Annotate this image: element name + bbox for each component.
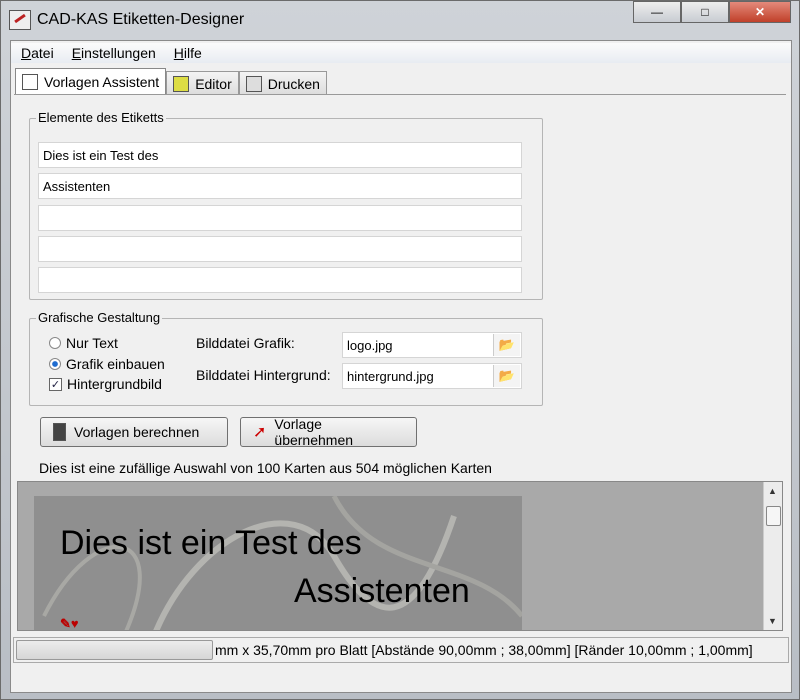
radio-nur-text[interactable]: Nur Text — [49, 335, 118, 351]
preview-line-2: Assistenten — [294, 572, 470, 610]
folder-open-icon[interactable]: 📂 — [493, 365, 520, 387]
logo-icon: ✎♥ — [60, 616, 79, 631]
tab-vorlagen-assistent[interactable]: Vorlagen Assistent — [15, 68, 167, 95]
app-window: CAD-KAS Etiketten-Designer — □ ✕ Datei E… — [0, 0, 800, 700]
tab-panel: Elemente des Etiketts Dies ist ein Test … — [14, 94, 786, 480]
client-area: Datei Einstellungen Hilfe Vorlagen Assis… — [10, 40, 792, 693]
graphics-legend: Grafische Gestaltung — [36, 310, 163, 325]
menu-datei[interactable]: Datei — [21, 45, 54, 61]
tab-drucken[interactable]: Drucken — [238, 71, 327, 95]
tab-editor[interactable]: Editor — [166, 71, 239, 95]
status-bar: mm x 35,70mm pro Blatt [Abstände 90,00mm… — [13, 637, 789, 663]
radio-grafik-einbauen[interactable]: Grafik einbauen — [49, 356, 165, 372]
info-text: Dies ist eine zufällige Auswahl von 100 … — [39, 460, 492, 476]
bild-hintergrund-input[interactable]: hintergrund.jpg 📂 — [342, 363, 522, 389]
title-bar: CAD-KAS Etiketten-Designer — [9, 7, 244, 33]
bild-grafik-input[interactable]: logo.jpg 📂 — [342, 332, 522, 358]
maximize-button[interactable]: □ — [681, 1, 729, 23]
arrow-icon: ➚ — [253, 424, 267, 441]
element-field-5[interactable] — [38, 267, 522, 293]
menu-hilfe[interactable]: Hilfe — [174, 45, 202, 61]
folder-open-icon[interactable]: 📂 — [493, 334, 520, 356]
checkbox-hintergrundbild[interactable]: ✓ Hintergrundbild — [49, 376, 162, 392]
preview-scrollbar[interactable]: ▲ ▼ — [763, 482, 782, 630]
preview-line-1: Dies ist ein Test des — [60, 524, 362, 562]
element-field-1[interactable]: Dies ist ein Test des — [38, 142, 522, 168]
element-field-3[interactable] — [38, 205, 522, 231]
menu-einstellungen[interactable]: Einstellungen — [72, 45, 156, 61]
progress-bar — [16, 640, 213, 660]
element-field-4[interactable] — [38, 236, 522, 262]
graphics-group: Grafische Gestaltung Nur Text Grafik ein… — [29, 310, 543, 406]
document-icon — [22, 74, 38, 90]
window-title: CAD-KAS Etiketten-Designer — [37, 11, 245, 28]
elements-legend: Elemente des Etiketts — [36, 110, 166, 125]
editor-icon — [173, 75, 190, 92]
vorlage-uebernehmen-button[interactable]: ➚ Vorlage übernehmen — [240, 416, 417, 448]
element-field-2[interactable]: Assistenten — [38, 173, 522, 199]
elements-group: Elemente des Etiketts Dies ist ein Test … — [29, 110, 543, 300]
preview-area: Dies ist ein Test des Assistenten ✎♥ ▲ ▼ — [17, 481, 783, 631]
status-text: mm x 35,70mm pro Blatt [Abstände 90,00mm… — [215, 642, 753, 658]
minimize-button[interactable]: — — [633, 1, 681, 23]
bild-grafik-label: Bilddatei Grafik: — [196, 335, 295, 351]
menu-bar: Datei Einstellungen Hilfe — [11, 43, 791, 63]
label-preview: Dies ist ein Test des Assistenten ✎♥ — [34, 496, 522, 631]
vorlagen-berechnen-button[interactable]: Vorlagen berechnen — [40, 417, 228, 447]
calculator-icon — [53, 423, 66, 441]
app-icon — [9, 10, 31, 30]
bild-hintergrund-label: Bilddatei Hintergrund: — [196, 367, 331, 383]
printer-icon — [245, 75, 262, 92]
close-button[interactable]: ✕ — [729, 1, 791, 23]
tab-bar: Vorlagen Assistent Editor Drucken — [15, 68, 327, 95]
